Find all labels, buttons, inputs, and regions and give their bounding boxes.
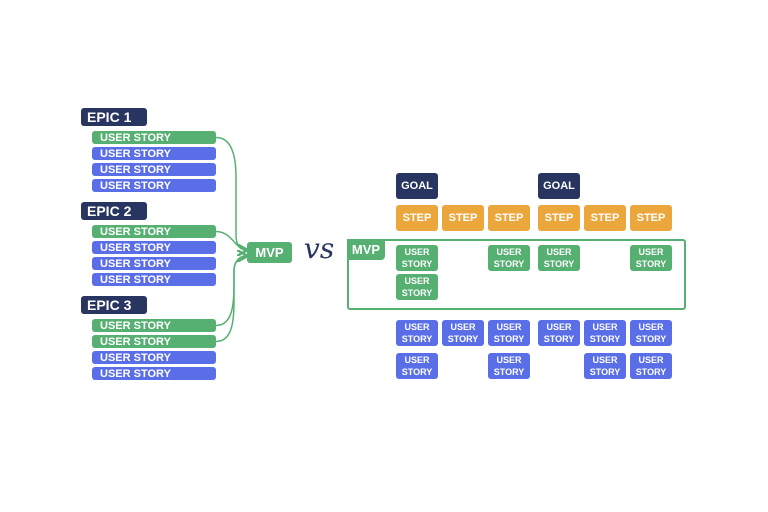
card-text: STORY (589, 334, 621, 344)
card-text: USER (404, 355, 430, 365)
card-text: USER (638, 322, 664, 332)
mvp-user-story-card: USER STORY (630, 245, 672, 271)
card-text: STORY (493, 334, 525, 344)
card-text: USER (404, 322, 430, 332)
user-story-card: USER STORY (630, 353, 672, 379)
mvp-user-story-card: USER STORY (488, 245, 530, 271)
card-text: STORY (635, 334, 667, 344)
user-story-card: USER STORY (396, 353, 438, 379)
goal-card: GOAL (396, 173, 438, 199)
card-text: USER (638, 355, 664, 365)
card-text: STORY (493, 367, 525, 377)
user-story-card: USER STORY (630, 320, 672, 346)
card-text: USER (638, 247, 664, 257)
step-card: STEP (538, 205, 580, 231)
card-text: USER (546, 322, 572, 332)
vs-label: vs (304, 232, 335, 265)
card-text: STORY (447, 334, 479, 344)
card-text: USER (404, 247, 430, 257)
connector-arrow (215, 136, 246, 251)
goal-card: GOAL (538, 173, 580, 199)
card-text: USER (592, 322, 618, 332)
card-text: STORY (493, 259, 525, 269)
user-story-card: USER STORY (584, 353, 626, 379)
connector-arrow (215, 256, 246, 343)
card-text: USER (450, 322, 476, 332)
card-text: STORY (635, 259, 667, 269)
user-story-card: USER STORY (538, 320, 580, 346)
user-story-card: USER STORY (488, 320, 530, 346)
connector-arrow (215, 230, 246, 251)
step-card: STEP (442, 205, 484, 231)
step-card: STEP (396, 205, 438, 231)
connector-arrow (215, 256, 246, 327)
step-card: STEP (584, 205, 626, 231)
user-story-card: USER STORY (584, 320, 626, 346)
card-text: STORY (543, 334, 575, 344)
mvp-user-story-card: USER STORY (396, 274, 438, 300)
card-text: USER (496, 322, 522, 332)
card-text: USER (546, 247, 572, 257)
step-card: STEP (488, 205, 530, 231)
card-text: USER (496, 247, 522, 257)
user-story-card: USER STORY (442, 320, 484, 346)
mvp-user-story-card: USER STORY (396, 245, 438, 271)
mvp-tag: MVP (347, 239, 385, 260)
user-story-card: USER STORY (396, 320, 438, 346)
user-story-card: USER STORY (488, 353, 530, 379)
card-text: STORY (589, 367, 621, 377)
step-card: STEP (630, 205, 672, 231)
card-text: USER (404, 276, 430, 286)
card-text: STORY (401, 334, 433, 344)
card-text: STORY (543, 259, 575, 269)
card-text: STORY (635, 367, 667, 377)
mvp-box: MVP (247, 242, 292, 263)
card-text: USER (496, 355, 522, 365)
card-text: STORY (401, 367, 433, 377)
mvp-user-story-card: USER STORY (538, 245, 580, 271)
card-text: USER (592, 355, 618, 365)
card-text: STORY (401, 288, 433, 298)
card-text: STORY (401, 259, 433, 269)
